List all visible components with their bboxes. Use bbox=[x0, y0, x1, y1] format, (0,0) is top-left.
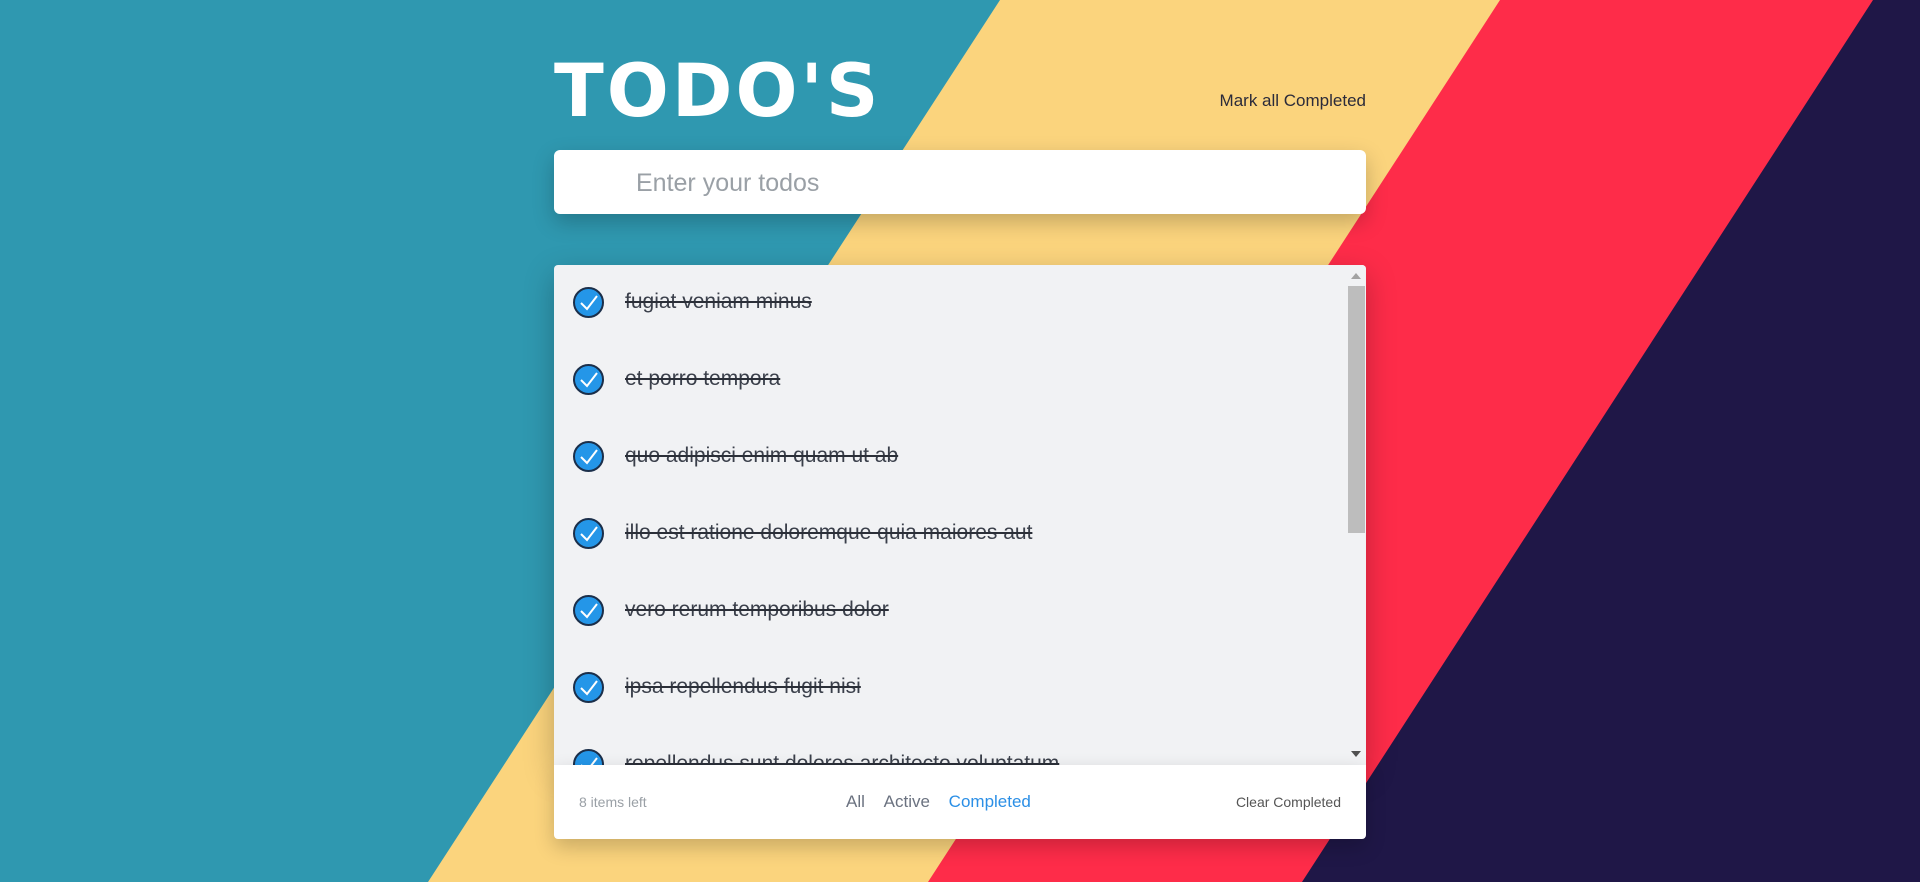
todo-list-panel: fugiat veniam minus et porro tempora quo… bbox=[554, 265, 1366, 765]
clear-completed-button[interactable]: Clear Completed bbox=[1236, 794, 1341, 810]
todo-item-text: fugiat veniam minus bbox=[625, 290, 812, 313]
todo-item[interactable]: repellendus sunt dolores architecto volu… bbox=[554, 727, 1346, 765]
scroll-up-arrow-icon[interactable] bbox=[1351, 273, 1361, 279]
todo-item-text: repellendus sunt dolores architecto volu… bbox=[625, 752, 1060, 765]
items-left-count: 8 items left bbox=[579, 794, 647, 810]
todo-item[interactable]: et porro tempora bbox=[554, 342, 1346, 419]
todo-item-text: illo est ratione doloremque quia maiores… bbox=[625, 521, 1033, 544]
completed-check-icon[interactable] bbox=[573, 595, 604, 626]
completed-check-icon[interactable] bbox=[573, 287, 604, 318]
todo-item[interactable]: fugiat veniam minus bbox=[554, 265, 1346, 342]
list-scrollbar[interactable] bbox=[1346, 265, 1366, 765]
filter-tabs: All Active Completed bbox=[846, 792, 1045, 812]
page-title: TODO'S bbox=[554, 49, 882, 134]
scroll-down-arrow-icon[interactable] bbox=[1351, 751, 1361, 757]
todo-footer: 8 items left All Active Completed Clear … bbox=[554, 765, 1366, 839]
completed-check-icon[interactable] bbox=[573, 441, 604, 472]
todo-item[interactable]: quo adipisci enim quam ut ab bbox=[554, 419, 1346, 496]
filter-completed[interactable]: Completed bbox=[949, 792, 1031, 812]
todo-input[interactable] bbox=[634, 150, 1338, 216]
todo-item-text: vero rerum temporibus dolor bbox=[625, 598, 889, 621]
todo-item-text: ipsa repellendus fugit nisi bbox=[625, 675, 861, 698]
scroll-thumb[interactable] bbox=[1348, 286, 1365, 533]
filter-all[interactable]: All bbox=[846, 792, 865, 812]
todo-item[interactable]: ipsa repellendus fugit nisi bbox=[554, 650, 1346, 727]
todo-item-text: et porro tempora bbox=[625, 367, 781, 390]
todo-item-text: quo adipisci enim quam ut ab bbox=[625, 444, 899, 467]
todo-app: TODO'S Mark all Completed fugiat veniam … bbox=[554, 0, 1366, 882]
todo-item[interactable]: illo est ratione doloremque quia maiores… bbox=[554, 496, 1346, 573]
completed-check-icon[interactable] bbox=[573, 518, 604, 549]
todo-item[interactable]: vero rerum temporibus dolor bbox=[554, 573, 1346, 650]
filter-active[interactable]: Active bbox=[884, 792, 930, 812]
todo-input-container bbox=[554, 150, 1366, 216]
completed-check-icon[interactable] bbox=[573, 364, 604, 395]
completed-check-icon[interactable] bbox=[573, 749, 604, 765]
todo-list[interactable]: fugiat veniam minus et porro tempora quo… bbox=[554, 265, 1346, 765]
completed-check-icon[interactable] bbox=[573, 672, 604, 703]
mark-all-completed-button[interactable]: Mark all Completed bbox=[1220, 91, 1366, 111]
